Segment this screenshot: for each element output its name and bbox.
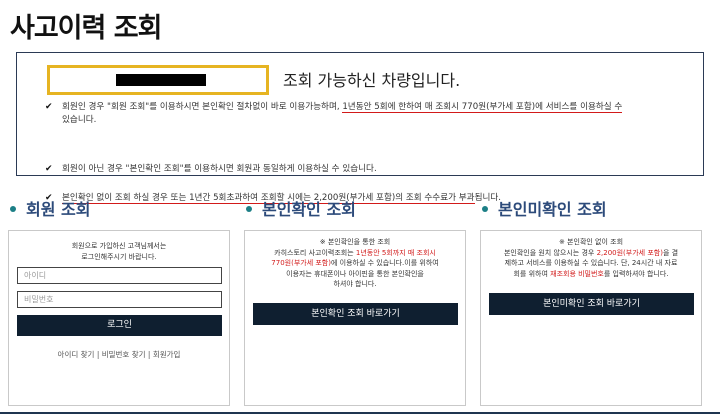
verify-desc-line: ※ 본인확인을 통한 조회 [319, 238, 391, 246]
unverified-desc-line: 를 입력하셔야 합니다. [603, 269, 669, 278]
plate-number-frame [47, 65, 269, 95]
notice-item-1-highlight: 1년동안 5회에 한하여 매 조회시 770원(부가세 포함)에 서비스를 이용… [342, 102, 623, 113]
member-login-card: 회원으로 가입하신 고객님께서는 로그인해주시기 바랍니다. 아이디 비밀번호 … [8, 230, 230, 406]
verify-desc-line: 하셔야 합니다. [333, 280, 377, 288]
unverified-desc-line: 을 결 [662, 248, 679, 257]
id-input[interactable]: 아이디 [17, 267, 222, 284]
verify-description: ※ 본인확인을 통한 조회 카히스토리 사고이력조회는 1년동안 5회까지 매 … [245, 237, 465, 290]
member-desc-line: 회원으로 가입하신 고객님께서는 [71, 242, 167, 250]
page-title: 사고이력 조회 [10, 13, 162, 44]
notice-item-1-text: 회원인 경우 "회원 조회"를 이용하시면 본인확인 절차없이 바로 이용가능하… [62, 102, 343, 112]
notice-item-2: ✔ 회원이 아닌 경우 "본인확인 조회"를 이용하시면 회원과 동일하게 이용… [45, 163, 700, 176]
notice-box: 조회 가능하신 차량입니다. ✔ 회원인 경우 "회원 조회"를 이용하시면 본… [16, 52, 704, 204]
bullet-dot-icon [10, 206, 16, 212]
unverified-desc-line: 제하고 서비스를 이용하실 수 있습니다. 단, 24시간 내 자료 [504, 259, 678, 267]
verify-desc-line: 이용자는 휴대폰이나 아이핀을 통한 본인확인을 [286, 269, 424, 278]
unverified-desc-line: 본인확인을 원치 않으시는 경우 [503, 248, 597, 257]
signup-link[interactable]: 회원가입 [153, 350, 181, 359]
notice-heading: 조회 가능하신 차량입니다. [283, 71, 461, 90]
verify-desc-highlight: 1년동안 5회까지 매 조회시 [355, 248, 436, 257]
verify-card: ※ 본인확인을 통한 조회 카히스토리 사고이력조회는 1년동안 5회까지 매 … [244, 230, 466, 406]
find-password-link[interactable]: 비밀번호 찾기 [102, 350, 146, 359]
unverified-inquiry-button[interactable]: 본인미확인 조회 바로가기 [489, 293, 694, 315]
unverified-card: ※ 본인확인 없이 조회 본인확인을 원치 않으시는 경우 2,200원(부가세… [480, 230, 702, 406]
unverified-desc-highlight: 재조회용 비밀번호 [550, 269, 604, 278]
unverified-desc-highlight: 2,200원(부가세 포함) [596, 248, 663, 257]
member-links: 아이디 찾기 | 비밀번호 찾기 | 회원가입 [9, 349, 229, 360]
bullet-dot-icon [482, 206, 488, 212]
link-separator: | [145, 350, 153, 359]
verify-section-title: 본인확인 조회 [262, 200, 356, 219]
find-id-link[interactable]: 아이디 찾기 [58, 350, 95, 359]
unverified-description: ※ 본인확인 없이 조회 본인확인을 원치 않으시는 경우 2,200원(부가세… [481, 237, 701, 279]
check-icon: ✔ [45, 102, 53, 112]
member-section-title: 회원 조회 [26, 200, 91, 219]
login-button[interactable]: 로그인 [17, 315, 222, 336]
check-icon: ✔ [45, 164, 53, 174]
unverified-desc-line: 회를 위하여 [513, 269, 551, 278]
unverified-section-title: 본인미확인 조회 [498, 200, 607, 219]
verify-inquiry-button[interactable]: 본인확인 조회 바로가기 [253, 303, 458, 325]
bottom-divider [0, 412, 720, 414]
verify-desc-line: 카히스토리 사고이력조회는 [274, 248, 356, 257]
notice-item-1: ✔ 회원인 경우 "회원 조회"를 이용하시면 본인확인 절차없이 바로 이용가… [45, 101, 700, 127]
notice-item-1-text-end: 있습니다. [62, 115, 97, 125]
bullet-dot-icon [246, 206, 252, 212]
member-description: 회원으로 가입하신 고객님께서는 로그인해주시기 바랍니다. [9, 241, 229, 262]
unverified-desc-line: ※ 본인확인 없이 조회 [558, 238, 624, 246]
notice-item-2-text: 회원이 아닌 경우 "본인확인 조회"를 이용하시면 회원과 동일하게 이용하실… [62, 164, 377, 174]
verify-desc-line: 에 이용하실 수 있습니다.이를 위하여 [330, 259, 439, 267]
redacted-plate-number [116, 74, 206, 86]
verify-desc-highlight: 770원(부가세 포함) [271, 259, 331, 267]
link-separator: | [94, 350, 102, 359]
member-desc-line: 로그인해주시기 바랍니다. [81, 252, 157, 261]
password-input[interactable]: 비밀번호 [17, 291, 222, 308]
